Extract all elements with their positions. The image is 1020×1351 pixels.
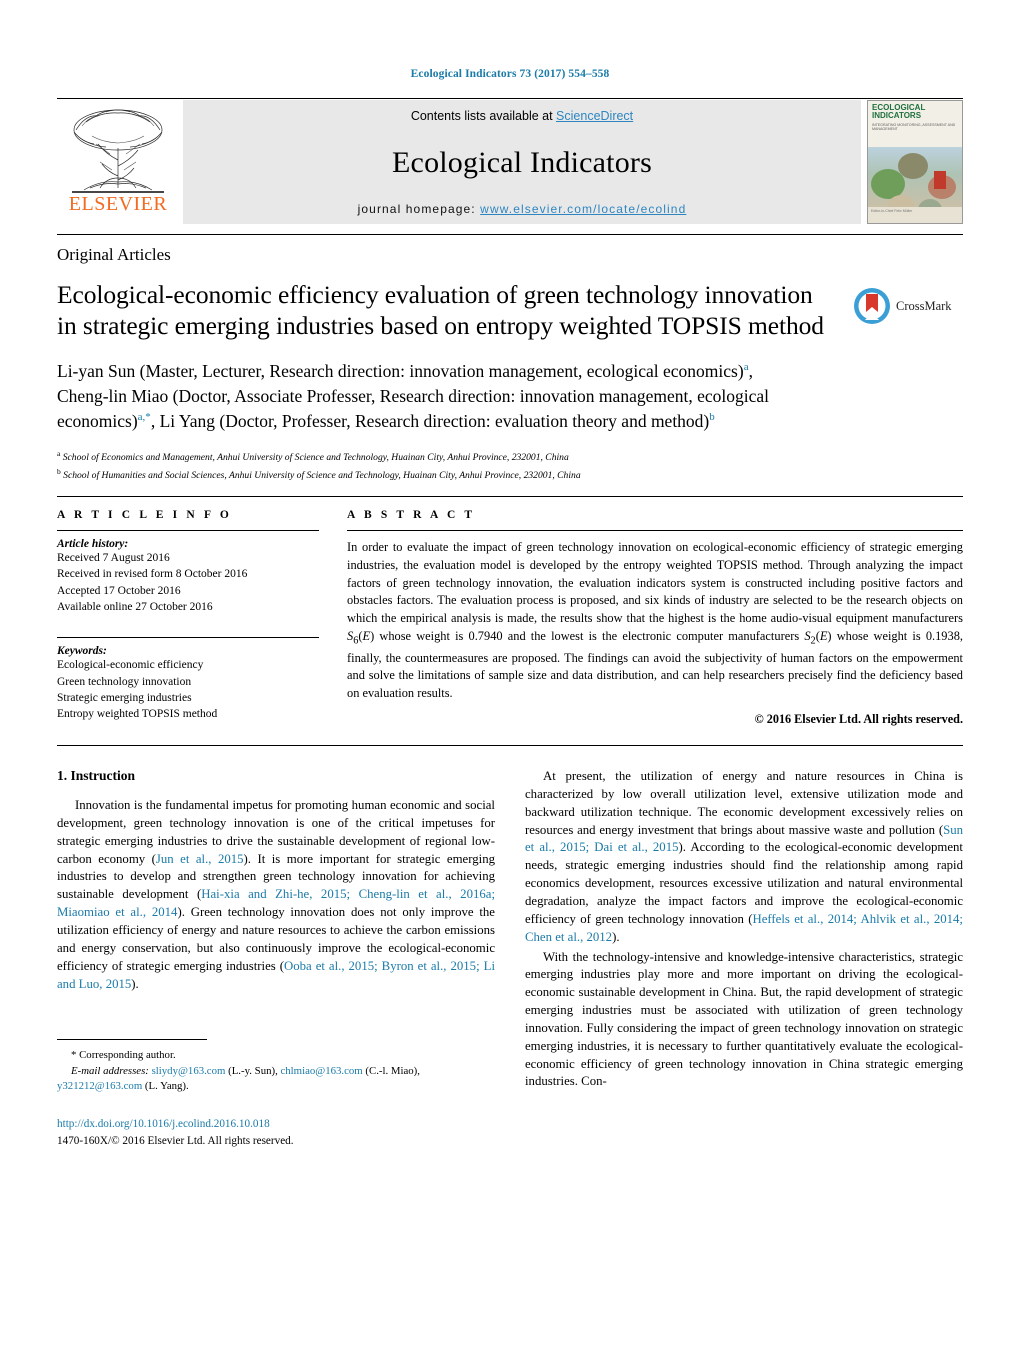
article-history-label: Article history: bbox=[57, 537, 129, 550]
sciencedirect-link[interactable]: ScienceDirect bbox=[556, 109, 633, 123]
journal-homepage-line: journal homepage: www.elsevier.com/locat… bbox=[358, 202, 687, 216]
cover-artwork bbox=[868, 147, 962, 207]
cover-subtitle: INTEGRATING MONITORING, ASSESSMENT AND M… bbox=[872, 122, 956, 132]
contents-prefix: Contents lists available at bbox=[410, 109, 557, 123]
doi-link[interactable]: http://dx.doi.org/10.1016/j.ecolind.2016… bbox=[57, 1116, 495, 1133]
title-block: Ecological-economic efficiency evaluatio… bbox=[57, 265, 853, 341]
paragraph: Innovation is the fundamental impetus fo… bbox=[57, 798, 495, 991]
keyword-item: Ecological-economic efficiency bbox=[57, 659, 204, 672]
homepage-url-link[interactable]: www.elsevier.com/locate/ecolind bbox=[480, 202, 686, 216]
issn-copyright-line: 1470-160X/© 2016 Elsevier Ltd. All right… bbox=[57, 1135, 294, 1148]
journal-masthead: ELSEVIER Contents lists available at Sci… bbox=[57, 98, 963, 224]
abstract-copyright: © 2016 Elsevier Ltd. All rights reserved… bbox=[754, 712, 963, 727]
keywords-rule bbox=[57, 637, 319, 639]
abstract-column: A B S T R A C T In order to evaluate the… bbox=[347, 509, 963, 727]
elsevier-wordmark: ELSEVIER bbox=[68, 193, 168, 215]
email-addresses-note: E-mail addresses: sliydy@163.com (L.-y. … bbox=[57, 1064, 420, 1093]
crossmark-badge[interactable]: CrossMark bbox=[853, 287, 963, 325]
crossmark-label: CrossMark bbox=[896, 298, 952, 313]
history-item: Available online 27 October 2016 bbox=[57, 600, 213, 613]
footnote-rule bbox=[57, 1039, 207, 1041]
affiliation-a: a School of Economics and Management, An… bbox=[57, 448, 963, 466]
history-item: Received in revised form 8 October 2016 bbox=[57, 568, 248, 581]
elsevier-tree-icon bbox=[72, 109, 164, 193]
abstract-heading: A B S T R A C T bbox=[347, 508, 476, 521]
page-title: Ecological-economic efficiency evaluatio… bbox=[57, 280, 824, 341]
paper-page: Ecological Indicators 73 (2017) 554–558 bbox=[0, 0, 1020, 1351]
affiliation-b-mark: b bbox=[57, 467, 61, 477]
info-abstract-area: A R T I C L E I N F O Article history: R… bbox=[57, 509, 963, 727]
affiliation-b-text: School of Humanities and Social Sciences… bbox=[63, 470, 581, 482]
affiliation-b: b School of Humanities and Social Scienc… bbox=[57, 466, 963, 484]
cover-footer: Editor-in-Chief Felix Müller bbox=[868, 207, 962, 223]
affiliation-a-mark: a bbox=[57, 448, 61, 458]
author-list: Li-yan Sun (Master, Lecturer, Research d… bbox=[57, 361, 769, 431]
abstract-rule bbox=[347, 529, 963, 531]
history-item: Accepted 17 October 2016 bbox=[57, 584, 181, 597]
title-row: Ecological-economic efficiency evaluatio… bbox=[57, 265, 963, 341]
article-info-rule bbox=[57, 529, 319, 531]
abstract-text: In order to evaluate the impact of green… bbox=[347, 539, 963, 701]
journal-cover-thumbnail: ECOLOGICAL INDICATORS INTEGRATING MONITO… bbox=[867, 100, 963, 224]
footnote-area: * Corresponding author. E-mail addresses… bbox=[57, 1039, 495, 1150]
history-item: Received 7 August 2016 bbox=[57, 551, 170, 564]
body-columns: 1. Instruction Innovation is the fundame… bbox=[57, 768, 963, 1150]
body-top-rule bbox=[57, 745, 963, 747]
info-top-rule bbox=[57, 495, 963, 497]
keyword-item: Strategic emerging industries bbox=[57, 691, 192, 704]
keyword-item: Green technology innovation bbox=[57, 675, 192, 688]
keyword-item: Entropy weighted TOPSIS method bbox=[57, 708, 218, 721]
cover-title: ECOLOGICAL INDICATORS bbox=[872, 103, 926, 121]
corresponding-author-note: * Corresponding author. bbox=[71, 1049, 176, 1062]
paragraph: With the technology-intensive and knowle… bbox=[525, 949, 963, 1089]
body-right-column: At present, the utilization of energy an… bbox=[525, 768, 963, 1150]
running-head: Ecological Indicators 73 (2017) 554–558 bbox=[410, 68, 610, 80]
keywords-label: Keywords: bbox=[57, 645, 107, 658]
homepage-label: journal homepage: bbox=[357, 202, 481, 216]
article-info-heading: A R T I C L E I N F O bbox=[57, 508, 232, 521]
elsevier-logo: ELSEVIER bbox=[57, 100, 179, 224]
masthead-center: Contents lists available at ScienceDirec… bbox=[183, 100, 861, 224]
crossmark-icon bbox=[854, 288, 890, 324]
body-left-column: 1. Instruction Innovation is the fundame… bbox=[57, 768, 495, 1150]
affiliation-a-text: School of Economics and Management, Anhu… bbox=[62, 451, 569, 463]
cover-header: ECOLOGICAL INDICATORS INTEGRATING MONITO… bbox=[868, 101, 962, 147]
paragraph: At present, the utilization of energy an… bbox=[525, 769, 963, 944]
article-type: Original Articles bbox=[57, 245, 171, 264]
contents-available-line: Contents lists available at ScienceDirec… bbox=[411, 109, 633, 123]
section-heading: 1. Instruction bbox=[57, 768, 136, 784]
article-info-column: A R T I C L E I N F O Article history: R… bbox=[57, 509, 347, 727]
journal-name: Ecological Indicators bbox=[392, 145, 652, 179]
